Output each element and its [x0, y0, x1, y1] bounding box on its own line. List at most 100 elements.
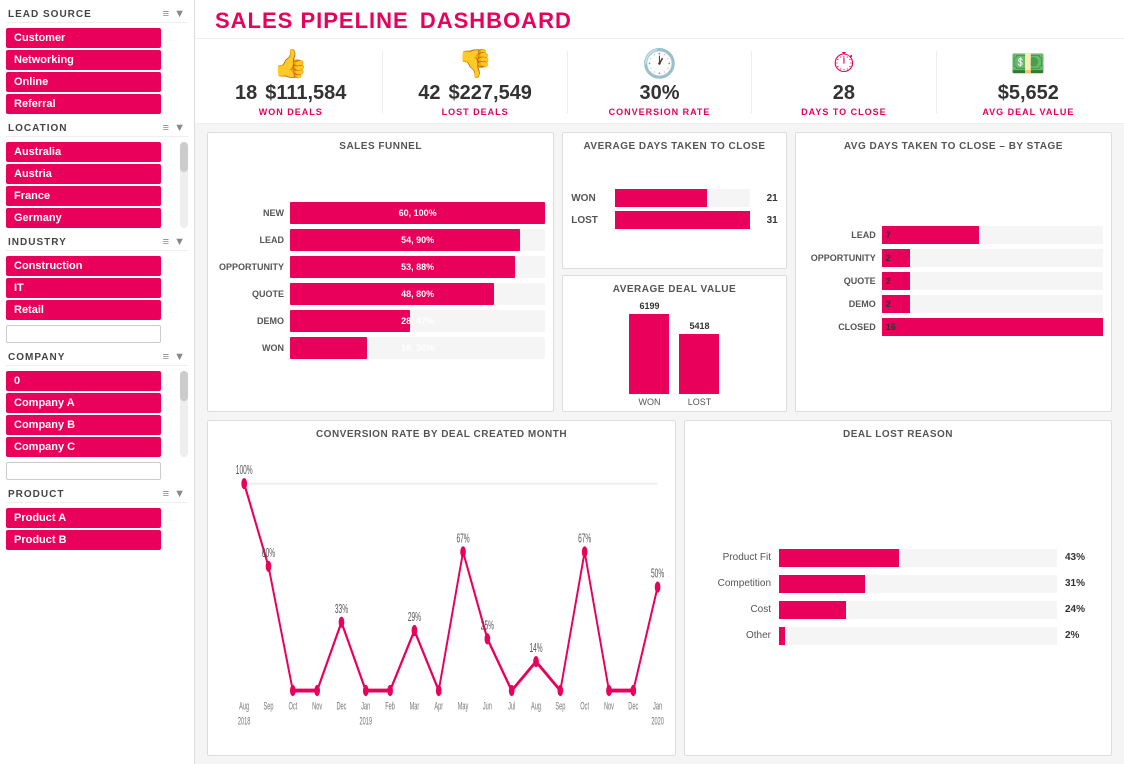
avg-days-title: AVERAGE DAYS TAKEN TO CLOSE: [571, 141, 777, 152]
funnel-row-5: WON18, 30%: [216, 337, 545, 359]
filter-item-retail[interactable]: Retail: [6, 300, 161, 320]
by-stage-label-3: DEMO: [804, 299, 876, 309]
conv-xlabel-5: Jan: [361, 699, 370, 712]
conv-dot-15: [606, 685, 612, 696]
conv-val-1: 60%: [262, 547, 275, 561]
filter-item-germany[interactable]: Germany: [6, 208, 161, 228]
filter-item-product-a[interactable]: Product A: [6, 508, 161, 528]
conv-xlabel-6: Feb: [385, 699, 395, 712]
kpi-sub-0: $111,584: [265, 82, 346, 105]
filter-item-it[interactable]: IT: [6, 278, 161, 298]
lost-label-3: Other: [701, 630, 771, 641]
conv-val-17: 50%: [651, 568, 664, 582]
avg-deal-val-1: 5418: [689, 321, 709, 331]
filter-label-industry: INDUSTRY: [8, 237, 67, 248]
filter-search-company[interactable]: [6, 462, 161, 480]
conv-xlabel-17: Jan: [653, 699, 662, 712]
funnel-bar-label-0: 60, 100%: [399, 208, 437, 218]
conv-xlabel-4: Dec: [336, 699, 346, 712]
avg-days-row-0: WON21: [571, 189, 777, 207]
filter-item-france[interactable]: France: [6, 186, 161, 206]
deal-lost-chart: DEAL LOST REASON Product Fit43%Competiti…: [684, 420, 1112, 756]
lost-bar-1: [779, 575, 865, 593]
deal-lost-title: DEAL LOST REASON: [693, 429, 1103, 440]
by-stage-bar-1: 2: [882, 249, 911, 267]
dashboard-title: SALES PIPELINE DASHBOARD: [211, 8, 572, 34]
conversion-svg: 100%Aug201860%SepOctNov33%DecJan2019Feb2…: [216, 446, 667, 747]
kpi-num-0: 18: [235, 82, 257, 105]
conv-xlabel-13: Sep: [555, 699, 565, 712]
lost-label-0: Product Fit: [701, 552, 771, 563]
by-stage-bar-2: 2: [882, 272, 911, 290]
kpi-sub-1: $227,549: [449, 82, 532, 105]
conv-xlabel-14: Oct: [580, 699, 589, 712]
conv-dot-12: [533, 656, 539, 667]
lost-label-2: Cost: [701, 604, 771, 615]
filter-icons-lead-source[interactable]: ≡ ▼: [163, 8, 186, 20]
funnel-bar-2: 53, 88%: [290, 256, 515, 278]
filter-section-product: PRODUCT ≡ ▼Product AProduct B: [6, 486, 188, 550]
conv-val-7: 29%: [408, 611, 421, 625]
filter-item-company-c[interactable]: Company C: [6, 437, 161, 457]
funnel-bar-label-2: 53, 88%: [401, 262, 434, 272]
by-stage-row-1: OPPORTUNITY2: [804, 249, 1103, 267]
filter-icons-location[interactable]: ≡ ▼: [163, 122, 186, 134]
kpi-label-2: CONVERSION RATE: [609, 107, 711, 117]
filter-section-location: LOCATION ≡ ▼AustraliaAustriaFranceGerman…: [6, 120, 188, 228]
avg-deal-col-1: 5418 LOST: [679, 321, 719, 407]
filter-label-location: LOCATION: [8, 123, 67, 134]
conv-year-5: 2019: [360, 714, 373, 727]
kpi-card-1: 👎42$227,549LOST DEALS: [395, 47, 554, 117]
filter-item-company-a[interactable]: Company A: [6, 393, 161, 413]
by-stage-val-0: 7: [886, 230, 891, 240]
filter-item-online[interactable]: Online: [6, 72, 161, 92]
filter-item-australia[interactable]: Australia: [6, 142, 161, 162]
funnel-bar-label-4: 28, 47%: [401, 316, 434, 326]
main-content: SALES PIPELINE DASHBOARD 👍18$111,584WON …: [195, 0, 1124, 764]
funnel-label-4: DEMO: [216, 316, 284, 326]
funnel-label-3: QUOTE: [216, 289, 284, 299]
conv-xlabel-10: Jun: [483, 699, 492, 712]
filter-icons-product[interactable]: ≡ ▼: [163, 488, 186, 500]
lost-bar-0: [779, 549, 899, 567]
kpi-card-4: 💵$5,652AVG DEAL VALUE: [949, 47, 1108, 117]
filter-item-company-b[interactable]: Company B: [6, 415, 161, 435]
filter-item-product-b[interactable]: Product B: [6, 530, 161, 550]
funnel-row-1: LEAD54, 90%: [216, 229, 545, 251]
lost-pct-3: 2%: [1065, 630, 1095, 641]
by-stage-bar-0: 7: [882, 226, 979, 244]
avg-days-chart: AVERAGE DAYS TAKEN TO CLOSE WON21LOST31: [562, 132, 786, 269]
filter-label-lead-source: LEAD SOURCE: [8, 9, 92, 20]
charts-area: SALES FUNNEL NEW60, 100%LEAD54, 90%OPPOR…: [195, 124, 1124, 764]
scrollbar-company[interactable]: [180, 371, 188, 457]
filter-item-customer[interactable]: Customer: [6, 28, 161, 48]
filter-icons-company[interactable]: ≡ ▼: [163, 351, 186, 363]
filter-item-referral[interactable]: Referral: [6, 94, 161, 114]
scrollbar-location[interactable]: [180, 142, 188, 228]
filter-item-austria[interactable]: Austria: [6, 164, 161, 184]
conv-xlabel-9: May: [458, 699, 469, 712]
conv-dot-2: [290, 685, 296, 696]
conv-dot-6: [387, 685, 393, 696]
kpi-row: 👍18$111,584WON DEALS👎42$227,549LOST DEAL…: [195, 39, 1124, 124]
avg-deal-lbl-0: WON: [638, 397, 660, 407]
lost-bar-2: [779, 601, 846, 619]
funnel-row-2: OPPORTUNITY53, 88%: [216, 256, 545, 278]
lost-row-0: Product Fit43%: [701, 549, 1095, 567]
filter-item-construction[interactable]: Construction: [6, 256, 161, 276]
avg-deal-lbl-1: LOST: [688, 397, 712, 407]
lost-row-2: Cost 24%: [701, 601, 1095, 619]
lost-pct-2: 24%: [1065, 604, 1095, 615]
filter-item-networking[interactable]: Networking: [6, 50, 161, 70]
filter-item-0[interactable]: 0: [6, 371, 161, 391]
title-part2: DASHBOARD: [420, 8, 572, 33]
funnel-title: SALES FUNNEL: [216, 141, 545, 152]
filter-icons-industry[interactable]: ≡ ▼: [163, 236, 186, 248]
funnel-chart-content: NEW60, 100%LEAD54, 90%OPPORTUNITY53, 88%…: [216, 158, 545, 403]
conv-xlabel-15: Nov: [604, 699, 614, 712]
funnel-bar-3: 48, 80%: [290, 283, 494, 305]
conv-dot-11: [509, 685, 515, 696]
lost-bar-3: [779, 627, 785, 645]
avg-days-val-0: 21: [756, 193, 778, 204]
filter-search-industry[interactable]: [6, 325, 161, 343]
